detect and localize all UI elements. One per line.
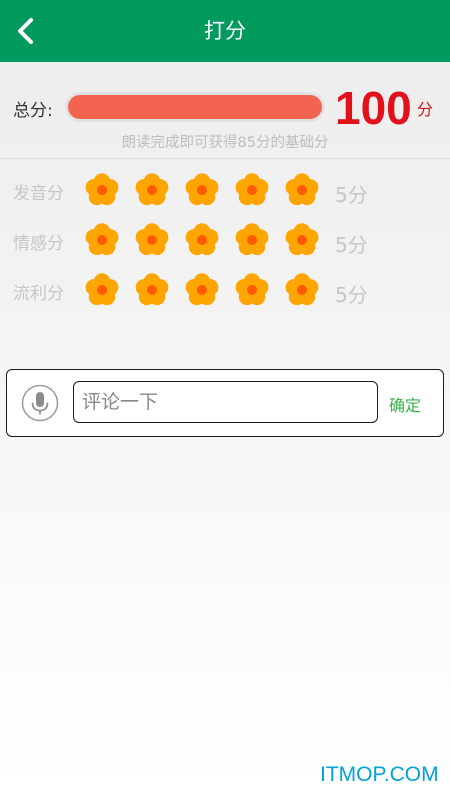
- total-score-label: 总分:: [13, 101, 53, 121]
- rating-label: 流利分: [13, 284, 64, 304]
- divider: [0, 158, 450, 159]
- header-bar: 打分: [0, 0, 450, 62]
- total-score-bar: [65, 92, 325, 122]
- flower-icon[interactable]: [134, 172, 170, 208]
- rating-row: 情感分 5分: [0, 220, 450, 260]
- flower-icon[interactable]: [234, 272, 270, 308]
- flower-icon[interactable]: [84, 222, 120, 258]
- base-score-hint: 朗读完成即可获得85分的基础分: [121, 135, 329, 151]
- total-score-bar-fill: [68, 95, 322, 119]
- flower-icon[interactable]: [284, 222, 320, 258]
- rating-value: 5分: [335, 233, 368, 257]
- rating-row: 发音分 5分: [0, 170, 450, 210]
- flower-icon[interactable]: [184, 222, 220, 258]
- rating-label: 情感分: [13, 234, 64, 254]
- total-score-unit: 分: [417, 100, 434, 119]
- flower-icon[interactable]: [234, 172, 270, 208]
- flower-icon[interactable]: [134, 272, 170, 308]
- microphone-icon: [21, 384, 59, 422]
- flower-icon[interactable]: [284, 272, 320, 308]
- flower-icon[interactable]: [84, 172, 120, 208]
- comment-input[interactable]: [73, 381, 378, 423]
- confirm-button[interactable]: 确定: [389, 392, 421, 416]
- watermark: ITMOP.COM: [320, 763, 439, 786]
- flower-icon[interactable]: [184, 172, 220, 208]
- comment-bar: 确定: [6, 369, 444, 437]
- rating-value: 5分: [335, 283, 368, 307]
- rating-label: 发音分: [13, 184, 64, 204]
- flower-icon[interactable]: [84, 272, 120, 308]
- flower-icon[interactable]: [134, 222, 170, 258]
- flower-icon[interactable]: [234, 222, 270, 258]
- total-score-value: 100: [335, 82, 412, 134]
- flower-icon[interactable]: [184, 272, 220, 308]
- rating-value: 5分: [335, 183, 368, 207]
- page-title: 打分: [204, 19, 246, 43]
- flower-icon[interactable]: [284, 172, 320, 208]
- microphone-button[interactable]: [21, 384, 59, 422]
- rating-row: 流利分 5分: [0, 270, 450, 310]
